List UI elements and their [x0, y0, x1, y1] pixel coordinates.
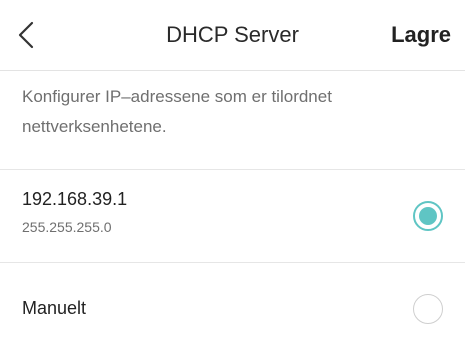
description-text: Konfigurer IP–adressene som er tilordnet… — [22, 87, 332, 136]
ip-address: 192.168.39.1 — [22, 189, 128, 209]
save-button[interactable]: Lagre — [391, 0, 451, 70]
radio-unselected[interactable] — [413, 294, 443, 324]
back-button[interactable] — [18, 17, 48, 53]
option-manual[interactable]: Manuelt — [0, 263, 465, 345]
chevron-left-icon — [18, 21, 34, 49]
manual-label: Manuelt — [22, 298, 87, 318]
radio-dot — [419, 207, 437, 225]
option-dhcp-default[interactable]: 192.168.39.1 255.255.255.0 — [0, 170, 465, 262]
subnet-mask: 255.255.255.0 — [22, 219, 112, 235]
navigation-bar: DHCP Server Lagre — [0, 0, 465, 71]
radio-selected[interactable] — [413, 201, 443, 231]
